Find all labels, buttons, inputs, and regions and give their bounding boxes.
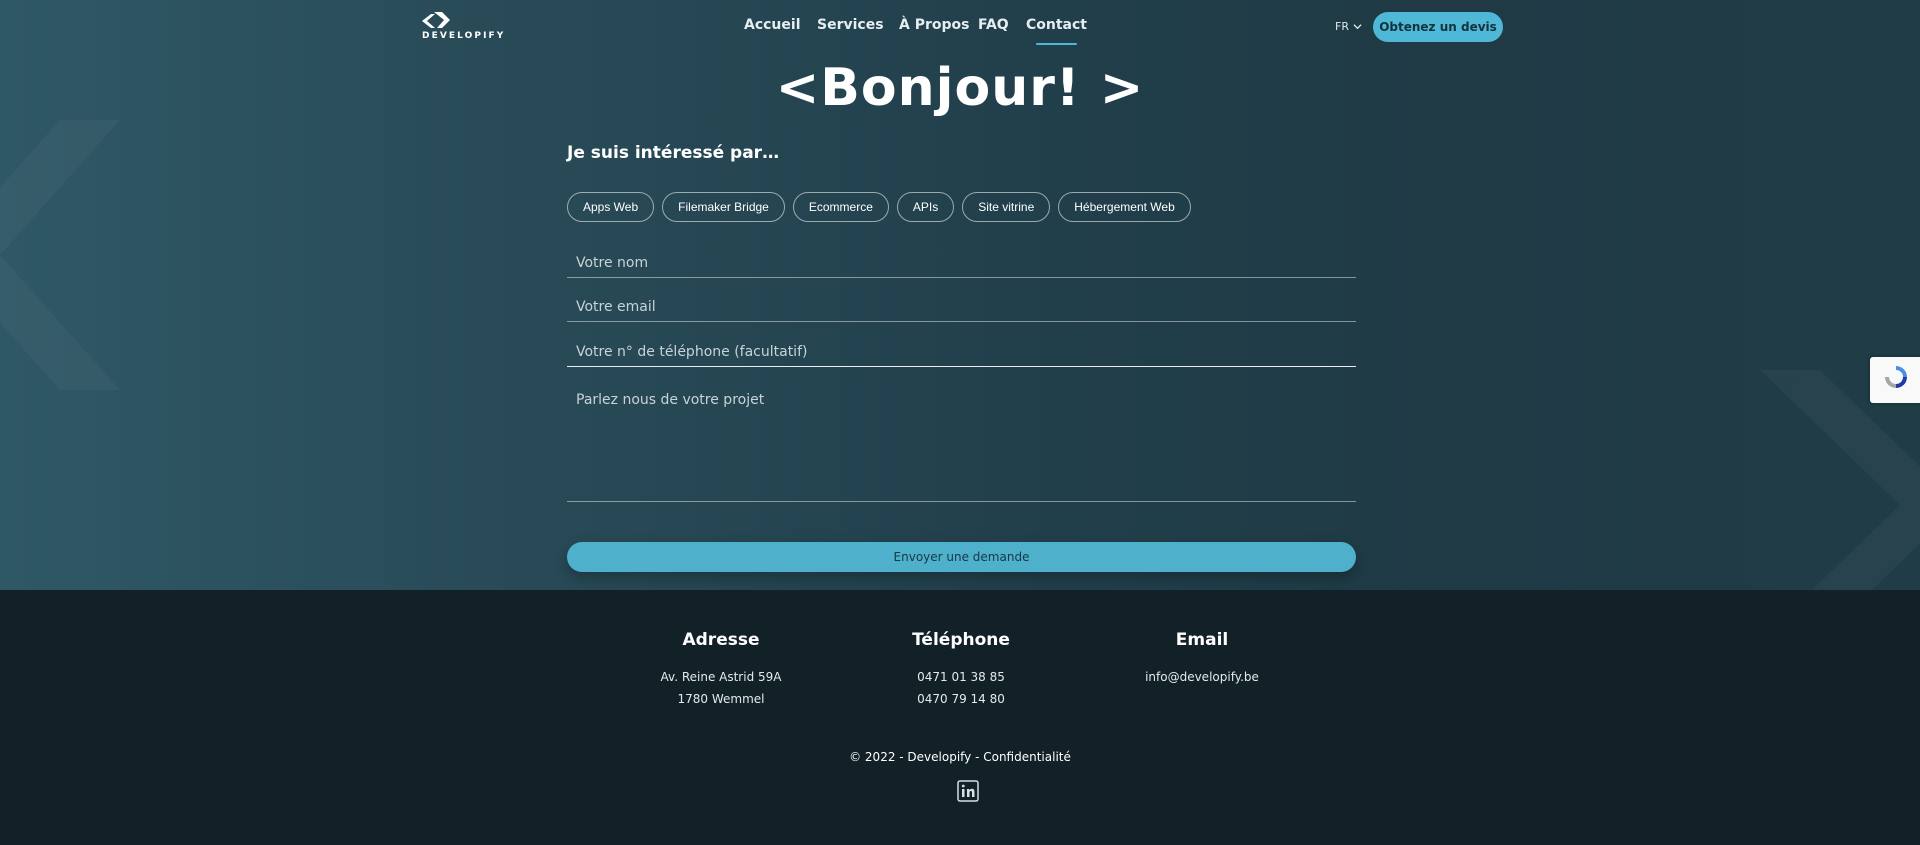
chevron-right-decoration-icon <box>1760 370 1920 590</box>
interest-chips: Apps Web Filemaker Bridge Ecommerce APIs… <box>567 192 1191 222</box>
chip-ecommerce[interactable]: Ecommerce <box>792 192 889 222</box>
main-nav: Accueil Services À Propos FAQ Contact <box>0 17 1920 47</box>
hero-section: DEVELOPIFY Accueil Services À Propos FAQ… <box>0 0 1920 590</box>
page-title: <Bonjour! > <box>775 58 1145 118</box>
page: DEVELOPIFY Accueil Services À Propos FAQ… <box>0 0 1920 845</box>
email-title: Email <box>1175 630 1229 650</box>
nav-link-accueil[interactable]: Accueil <box>744 17 801 33</box>
email-input[interactable] <box>567 292 1356 321</box>
address-line-2: 1780 Wemmel <box>677 692 765 706</box>
name-input[interactable] <box>567 248 1356 277</box>
address-line-1: Av. Reine Astrid 59A <box>660 670 782 684</box>
chip-filemaker-bridge[interactable]: Filemaker Bridge <box>662 192 785 222</box>
footer: Adresse Av. Reine Astrid 59A 1780 Wemmel… <box>0 590 1920 845</box>
nav-link-faq[interactable]: FAQ <box>978 17 1009 33</box>
linkedin-icon[interactable] <box>957 780 979 802</box>
copyright-text: © 2022 - Developify - Confidentialité <box>849 750 1071 764</box>
language-selector[interactable]: FR <box>1335 20 1362 33</box>
phone-field-wrapper <box>567 337 1356 367</box>
interest-heading: Je suis intéressé par… <box>567 143 780 163</box>
phone-line-1[interactable]: 0471 01 38 85 <box>841 670 1081 684</box>
email-field-wrapper <box>567 292 1356 322</box>
message-field-wrapper <box>567 380 1356 502</box>
language-label: FR <box>1335 20 1349 33</box>
address-title: Adresse <box>682 630 760 650</box>
chevron-down-icon <box>1353 24 1362 30</box>
name-field-wrapper <box>567 248 1356 278</box>
nav-link-services[interactable]: Services <box>817 17 884 33</box>
phone-input[interactable] <box>567 337 1356 366</box>
email-link[interactable]: info@developify.be <box>1082 670 1322 684</box>
chip-apps-web[interactable]: Apps Web <box>567 192 655 222</box>
message-textarea[interactable] <box>567 380 1356 501</box>
nav-link-contact[interactable]: Contact <box>1026 17 1087 45</box>
submit-request-button[interactable]: Envoyer une demande <box>567 542 1356 572</box>
chip-hebergement-web[interactable]: Hébergement Web <box>1058 192 1191 222</box>
chip-site-vitrine[interactable]: Site vitrine <box>962 192 1051 222</box>
phone-title: Téléphone <box>912 630 1010 650</box>
recaptcha-icon <box>1885 366 1907 388</box>
phone-line-2[interactable]: 0470 79 14 80 <box>841 692 1081 706</box>
chevron-left-decoration-icon <box>0 120 120 390</box>
nav-link-a-propos[interactable]: À Propos <box>899 17 969 33</box>
recaptcha-badge[interactable] <box>1870 357 1920 403</box>
get-quote-button[interactable]: Obtenez un devis <box>1373 12 1503 42</box>
chip-apis[interactable]: APIs <box>896 192 955 222</box>
